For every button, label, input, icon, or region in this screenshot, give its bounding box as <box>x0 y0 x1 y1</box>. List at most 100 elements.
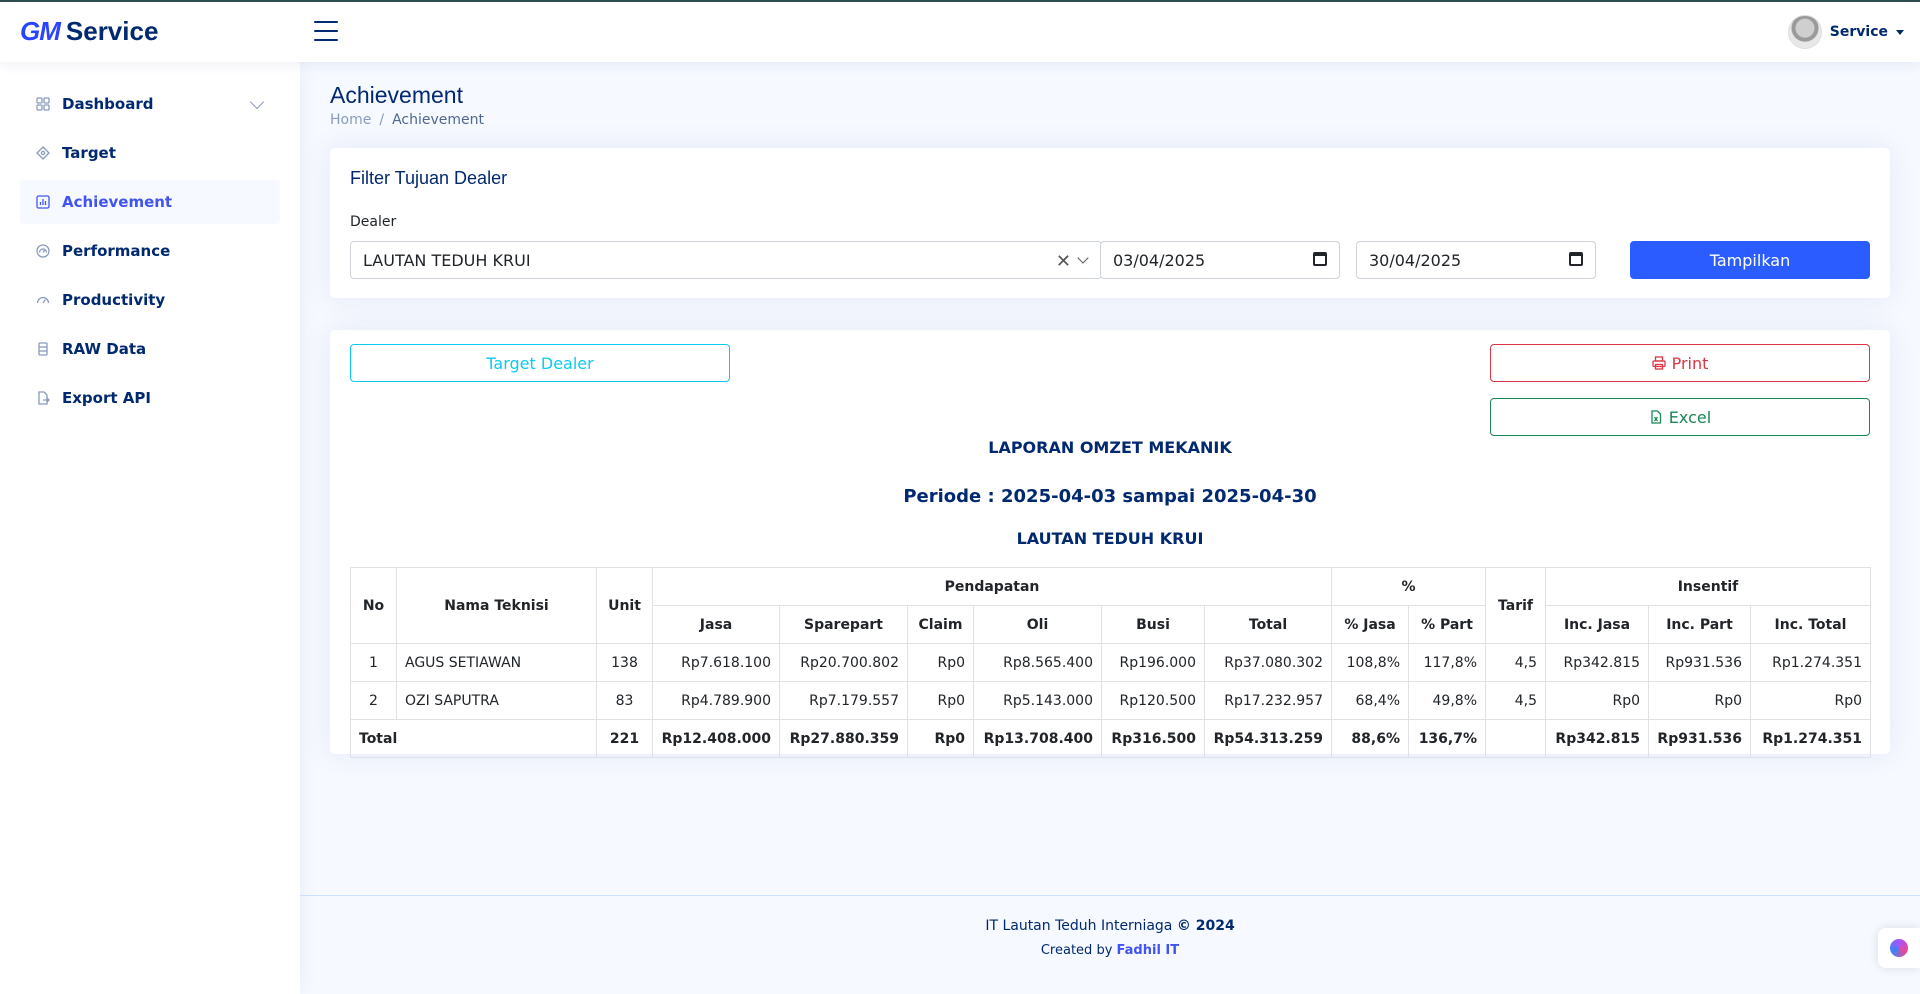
cell: Rp0 <box>1648 681 1751 720</box>
cell: 68,4% <box>1331 681 1409 720</box>
dealer-select[interactable]: LAUTAN TEDUH KRUI ✕ <box>350 241 1102 279</box>
cell: Rp8.565.400 <box>973 643 1102 682</box>
sidebar-item-label: Productivity <box>62 291 166 309</box>
cell: 49,8% <box>1408 681 1486 720</box>
cell: Rp931.536 <box>1648 643 1751 682</box>
col-sparepart: Sparepart <box>779 605 908 644</box>
sidebar-item-dashboard[interactable]: Dashboard <box>20 82 280 126</box>
excel-button[interactable]: Excel <box>1490 398 1870 436</box>
table-total-row: Total 221 Rp12.408.000 Rp27.880.359 Rp0 … <box>350 719 1871 758</box>
breadcrumb-current: Achievement <box>392 112 484 128</box>
col-group-percent: % <box>1331 567 1486 606</box>
brand-prefix: GM <box>20 16 61 46</box>
brand-logo[interactable]: GM Service <box>20 16 158 47</box>
floating-assistant-button[interactable] <box>1878 928 1920 968</box>
footer-company: IT Lautan Teduh Interniaga <box>985 918 1173 934</box>
sidebar-item-achievement[interactable]: Achievement <box>20 180 280 224</box>
col-pct-jasa: % Jasa <box>1331 605 1409 644</box>
cell: 1 <box>350 643 397 682</box>
omzet-table: No Nama Teknisi Unit Pendapatan % Tarif … <box>350 567 1871 758</box>
cell: 2 <box>350 681 397 720</box>
target-dealer-button[interactable]: Target Dealer <box>350 344 730 382</box>
breadcrumb: Home / Achievement <box>330 112 484 128</box>
cell: OZI SAPUTRA <box>396 681 597 720</box>
sidebar-item-export-api[interactable]: Export API <box>20 376 280 420</box>
sidebar-item-label: Export API <box>62 389 151 407</box>
filter-title: Filter Tujuan Dealer <box>350 168 508 188</box>
cell: Rp4.789.900 <box>652 681 780 720</box>
cell: 83 <box>596 681 653 720</box>
cell: 117,8% <box>1408 643 1486 682</box>
footer-credit: Created by Fadhil IT <box>300 943 1920 958</box>
footer-created-by: Created by <box>1040 943 1113 958</box>
date-to-input[interactable]: 30/04/2025 <box>1356 241 1596 279</box>
cell: Rp17.232.957 <box>1204 681 1332 720</box>
sidebar-item-productivity[interactable]: Productivity <box>20 278 280 322</box>
calendar-icon[interactable] <box>1569 252 1583 266</box>
breadcrumb-home[interactable]: Home <box>330 112 371 128</box>
col-total: Total <box>1204 605 1332 644</box>
col-busi: Busi <box>1101 605 1205 644</box>
filter-card: Filter Tujuan Dealer Dealer LAUTAN TEDUH… <box>330 148 1890 298</box>
report-heading: LAPORAN OMZET MEKANIK <box>988 438 1232 457</box>
top-header: GM Service Service <box>0 2 1920 62</box>
col-claim: Claim <box>907 605 974 644</box>
sidebar-item-performance[interactable]: Performance <box>20 229 280 273</box>
cell: Rp27.880.359 <box>779 719 908 758</box>
cell: Rp0 <box>1545 681 1649 720</box>
breadcrumb-separator: / <box>379 112 385 128</box>
cell: Rp196.000 <box>1101 643 1205 682</box>
cell <box>1485 719 1546 758</box>
sidebar-item-raw-data[interactable]: RAW Data <box>20 327 280 371</box>
sidebar-item-target[interactable]: Target <box>20 131 280 175</box>
calendar-icon[interactable] <box>1313 252 1327 266</box>
col-group-pendapatan: Pendapatan <box>652 567 1332 606</box>
col-pct-part: % Part <box>1408 605 1486 644</box>
user-profile-dropdown[interactable]: Service <box>1787 15 1904 49</box>
caret-down-icon <box>1896 29 1904 35</box>
footer-year: © 2024 <box>1176 918 1235 934</box>
cell: Rp12.408.000 <box>652 719 780 758</box>
avatar <box>1787 15 1822 49</box>
date-to-value: 30/04/2025 <box>1369 250 1462 270</box>
sidebar: Dashboard Target Achievement Performance… <box>0 62 300 994</box>
dealer-select-value: LAUTAN TEDUH KRUI <box>363 250 531 270</box>
footer-author-link[interactable]: Fadhil IT <box>1117 943 1180 958</box>
target-icon <box>36 146 50 160</box>
bar-chart-icon <box>36 195 50 209</box>
cell: Rp5.143.000 <box>973 681 1102 720</box>
footer-copyright: IT Lautan Teduh Interniaga © 2024 <box>300 918 1920 934</box>
report-dealer: LAUTAN TEDUH KRUI <box>1016 529 1204 548</box>
cell: 88,6% <box>1331 719 1409 758</box>
cell: Rp931.536 <box>1648 719 1751 758</box>
print-button[interactable]: Print <box>1490 344 1870 382</box>
table-row: 2 OZI SAPUTRA 83 Rp4.789.900 Rp7.179.557… <box>350 681 1871 720</box>
hamburger-menu-icon[interactable] <box>314 21 338 41</box>
gauge-icon <box>36 293 50 307</box>
date-from-input[interactable]: 03/04/2025 <box>1100 241 1340 279</box>
col-jasa: Jasa <box>652 605 780 644</box>
printer-icon <box>1651 356 1666 370</box>
grid-icon <box>36 97 50 111</box>
file-export-icon <box>36 391 50 405</box>
col-nama-teknisi: Nama Teknisi <box>396 567 597 644</box>
print-label: Print <box>1671 353 1709 373</box>
table-row: 1 AGUS SETIAWAN 138 Rp7.618.100 Rp20.700… <box>350 643 1871 682</box>
sidebar-item-label: Performance <box>62 242 171 260</box>
database-icon <box>36 342 50 356</box>
user-name: Service <box>1829 24 1888 40</box>
tampilkan-button[interactable]: Tampilkan <box>1630 241 1870 279</box>
report-period: Periode : 2025-04-03 sampai 2025-04-30 <box>903 486 1317 507</box>
cell: Rp7.179.557 <box>779 681 908 720</box>
cell: Rp1.274.351 <box>1750 643 1871 682</box>
cell: Rp120.500 <box>1101 681 1205 720</box>
sidebar-item-label: RAW Data <box>62 340 147 358</box>
cell: Rp37.080.302 <box>1204 643 1332 682</box>
sidebar-item-label: Dashboard <box>62 95 154 113</box>
cell: Rp0 <box>1750 681 1871 720</box>
cell: Rp7.618.100 <box>652 643 780 682</box>
clear-icon[interactable]: ✕ <box>1056 251 1071 272</box>
col-tarif: Tarif <box>1485 567 1546 644</box>
chevron-down-icon[interactable] <box>1077 252 1089 264</box>
date-from-value: 03/04/2025 <box>1113 250 1206 270</box>
